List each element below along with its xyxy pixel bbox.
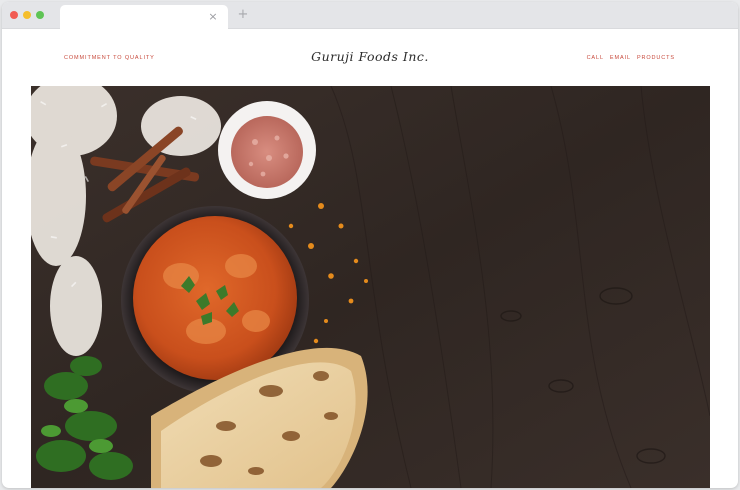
tab-close-icon[interactable]: × xyxy=(207,11,219,23)
brand-logo[interactable]: Guruji Foods Inc. xyxy=(270,49,470,64)
new-tab-icon[interactable]: + xyxy=(236,7,250,23)
maximize-window-icon[interactable] xyxy=(36,11,44,19)
browser-window: × + COMMITMENT TO QUALITY Guruji Foods I… xyxy=(2,2,738,488)
nav-products-link[interactable]: PRODUCTS xyxy=(637,55,675,61)
nav-call-link[interactable]: CALL xyxy=(587,55,604,61)
nav-email-link[interactable]: EMAIL xyxy=(610,55,631,61)
browser-toolbar: × + xyxy=(2,2,738,30)
hero-image xyxy=(31,86,710,488)
main-nav: CALL EMAIL PRODUCTS xyxy=(587,55,675,61)
close-window-icon[interactable] xyxy=(10,11,18,19)
site-header: COMMITMENT TO QUALITY Guruji Foods Inc. … xyxy=(2,30,738,86)
minimize-window-icon[interactable] xyxy=(23,11,31,19)
tagline: COMMITMENT TO QUALITY xyxy=(64,55,155,61)
food-photo xyxy=(31,86,710,488)
browser-tab[interactable]: × xyxy=(60,5,228,30)
